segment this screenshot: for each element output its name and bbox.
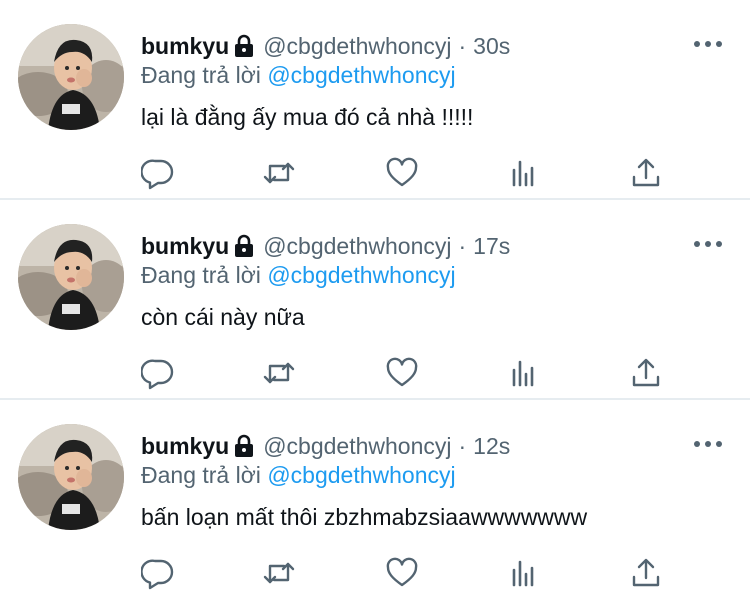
more-horizontal-icon[interactable] — [694, 34, 722, 54]
tweet[interactable]: bumkyu @cbgdethwhoncyj · 12s Đang trả lờ… — [0, 400, 750, 604]
replying-to: Đang trả lời @cbgdethwhoncyj — [141, 62, 456, 89]
replying-to-label: Đang trả lời — [141, 262, 261, 288]
tweet-text: còn cái này nữa — [141, 304, 305, 330]
more-horizontal-icon[interactable] — [694, 434, 722, 454]
tweet-feed: bumkyu @cbgdethwhoncyj · 30s Đang trả lờ… — [0, 0, 750, 604]
tweet[interactable]: bumkyu @cbgdethwhoncyj · 30s Đang trả lờ… — [0, 0, 750, 200]
timestamp[interactable]: 17s — [473, 233, 510, 260]
timestamp[interactable]: 12s — [473, 433, 510, 460]
tweet-actions — [0, 156, 750, 196]
replying-to-label: Đang trả lời — [141, 462, 261, 488]
analytics-icon[interactable] — [507, 156, 541, 190]
separator-dot: · — [458, 32, 467, 59]
more-horizontal-icon[interactable] — [694, 234, 722, 254]
lock-icon — [233, 233, 255, 259]
display-name[interactable]: bumkyu — [141, 233, 229, 260]
user-handle[interactable]: @cbgdethwhoncyj — [263, 433, 451, 460]
lock-icon — [233, 433, 255, 459]
tweet-header: bumkyu @cbgdethwhoncyj · 17s — [141, 230, 510, 262]
display-name[interactable]: bumkyu — [141, 33, 229, 60]
replying-to-label: Đang trả lời — [141, 62, 261, 88]
tweet-header: bumkyu @cbgdethwhoncyj · 12s — [141, 430, 510, 462]
share-icon[interactable] — [629, 156, 663, 190]
user-handle[interactable]: @cbgdethwhoncyj — [263, 233, 451, 260]
separator-dot: · — [458, 432, 467, 459]
heart-icon[interactable] — [385, 156, 419, 190]
avatar[interactable] — [18, 224, 124, 330]
replying-to: Đang trả lời @cbgdethwhoncyj — [141, 462, 456, 489]
retweet-icon[interactable] — [262, 556, 296, 590]
analytics-icon[interactable] — [507, 356, 541, 390]
tweet[interactable]: bumkyu @cbgdethwhoncyj · 17s Đang trả lờ… — [0, 200, 750, 400]
replying-to-handle[interactable]: @cbgdethwhoncyj — [267, 462, 455, 488]
tweet-header: bumkyu @cbgdethwhoncyj · 30s — [141, 30, 510, 62]
heart-icon[interactable] — [385, 356, 419, 390]
retweet-icon[interactable] — [262, 356, 296, 390]
tweet-text: bấn loạn mất thôi zbzhmabzsiaawwwwwww — [141, 504, 588, 530]
lock-icon — [233, 33, 255, 59]
reply-icon[interactable] — [141, 356, 175, 390]
timestamp[interactable]: 30s — [473, 33, 510, 60]
replying-to-handle[interactable]: @cbgdethwhoncyj — [267, 62, 455, 88]
avatar[interactable] — [18, 24, 124, 130]
tweet-actions — [0, 556, 750, 596]
analytics-icon[interactable] — [507, 556, 541, 590]
replying-to: Đang trả lời @cbgdethwhoncyj — [141, 262, 456, 289]
reply-icon[interactable] — [141, 156, 175, 190]
share-icon[interactable] — [629, 556, 663, 590]
avatar[interactable] — [18, 424, 124, 530]
reply-icon[interactable] — [141, 556, 175, 590]
user-handle[interactable]: @cbgdethwhoncyj — [263, 33, 451, 60]
separator-dot: · — [458, 232, 467, 259]
heart-icon[interactable] — [385, 556, 419, 590]
share-icon[interactable] — [629, 356, 663, 390]
display-name[interactable]: bumkyu — [141, 433, 229, 460]
tweet-actions — [0, 356, 750, 396]
replying-to-handle[interactable]: @cbgdethwhoncyj — [267, 262, 455, 288]
tweet-text: lại là đằng ấy mua đó cả nhà !!!!! — [141, 104, 474, 130]
retweet-icon[interactable] — [262, 156, 296, 190]
